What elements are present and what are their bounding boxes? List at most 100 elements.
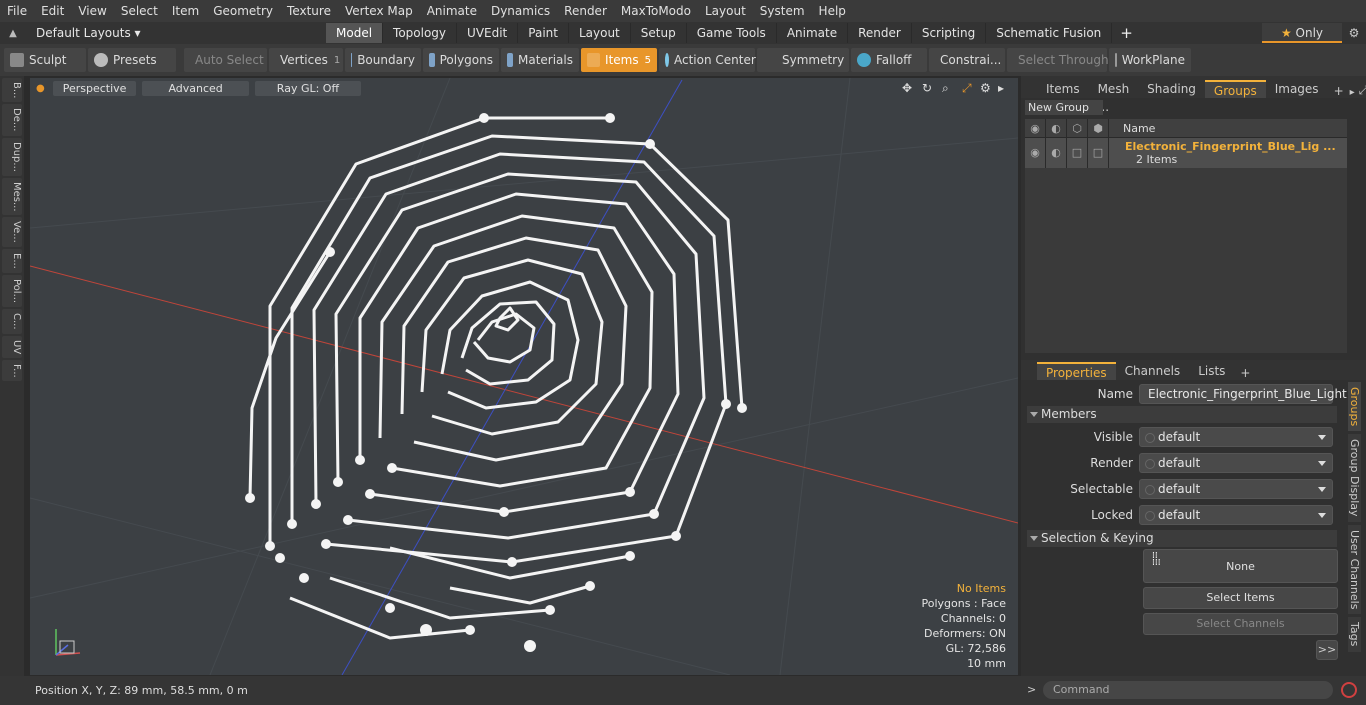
lock-icon[interactable]: ⬡ [1067,118,1088,138]
select-items-button[interactable]: Select Items [1143,587,1338,609]
falloff-button[interactable]: Falloff [851,48,927,72]
vtab-user-channels[interactable]: User Channels [1348,524,1361,615]
group-row[interactable]: ◉ ◐ □ □ Electronic_Fingerprint_Blue_Lig … [1025,138,1347,168]
tab-lists[interactable]: Lists [1189,362,1234,380]
move-view-icon[interactable]: ✥ [902,81,922,95]
menu-file[interactable]: File [0,4,34,18]
select-icon[interactable]: ⬢ [1088,118,1109,138]
tab-layout[interactable]: Layout [569,23,631,43]
tab-shading[interactable]: Shading [1138,80,1205,98]
menu-select[interactable]: Select [114,4,165,18]
layouts-up-icon[interactable]: ▲ [0,28,26,39]
sculpt-button[interactable]: Sculpt [4,48,86,72]
fingerprint-model[interactable] [248,116,744,640]
left-tab-curve[interactable]: C... [2,308,22,334]
locked-dropdown[interactable]: default [1139,505,1333,525]
name-column-header[interactable]: Name [1109,122,1155,135]
tab-setup[interactable]: Setup [631,23,687,43]
menu-maxtomodo[interactable]: MaxToModo [614,4,698,18]
items-button[interactable]: Items 5 [581,48,657,72]
left-tab-mesh[interactable]: Mes... [2,177,22,216]
selectable-dropdown[interactable]: default [1139,479,1333,499]
auto-select-button[interactable]: Auto Select [184,48,267,72]
tab-render[interactable]: Render [848,23,912,43]
left-tab-basic[interactable]: B... [2,78,22,103]
perspective-dropdown[interactable]: Perspective [52,80,137,96]
render-dropdown[interactable]: default [1139,453,1333,473]
tab-topology[interactable]: Topology [383,23,458,43]
vtab-group-display[interactable]: Group Display [1348,434,1361,522]
boundary-button[interactable]: Boundary [345,48,421,72]
symmetry-button[interactable]: Symmetry [757,48,849,72]
tab-properties[interactable]: Properties [1037,362,1116,380]
menu-texture[interactable]: Texture [280,4,338,18]
workplane-button[interactable]: WorkPlane [1109,48,1191,72]
add-panel-tab-icon[interactable]: + [1328,84,1350,98]
none-button[interactable]: ⁞⁞ ⁞⁞⁞ None [1143,549,1338,583]
menu-layout[interactable]: Layout [698,4,753,18]
maximize-view-icon[interactable]: ⤢ [962,81,980,96]
select-channels-button[interactable]: Select Channels [1143,613,1338,635]
presets-button[interactable]: Presets [88,48,176,72]
menu-geometry[interactable]: Geometry [206,4,280,18]
gear-icon[interactable]: ⚙ [1342,26,1366,40]
row-lock-icon[interactable]: □ [1067,138,1088,168]
tab-groups[interactable]: Groups [1204,80,1266,98]
rotate-view-icon[interactable]: ↻ [922,81,942,95]
left-tab-fusion[interactable]: F... [2,359,22,382]
menu-view[interactable]: View [71,4,113,18]
left-tab-vertex[interactable]: Ve... [2,217,22,248]
left-tab-polygon[interactable]: Pol... [2,274,22,307]
vtab-groups[interactable]: Groups [1348,382,1361,432]
add-properties-tab-icon[interactable]: + [1234,366,1256,380]
tab-uvedit[interactable]: UVEdit [457,23,519,43]
panel-expand-icon[interactable]: ⤢ [1355,83,1366,98]
tab-paint[interactable]: Paint [518,23,569,43]
command-expand-icon[interactable]: > [1027,683,1036,696]
vertices-button[interactable]: Vertices 1 [269,48,343,72]
menu-help[interactable]: Help [812,4,853,18]
selection-keying-section[interactable]: Selection & Keying [1027,530,1337,547]
zoom-view-icon[interactable]: ⌕ [942,81,962,96]
vtab-tags[interactable]: Tags [1348,617,1361,652]
record-icon[interactable] [1341,682,1357,698]
add-tab-icon[interactable]: + [1112,24,1141,42]
left-tab-edge[interactable]: E... [2,249,22,273]
tab-animate[interactable]: Animate [777,23,849,43]
only-toggle[interactable]: ★ Only [1262,23,1342,43]
3d-viewport[interactable]: ● Perspective Advanced Ray GL: Off ✥ ↻ ⌕… [30,78,1018,675]
menu-dynamics[interactable]: Dynamics [484,4,557,18]
action-center-button[interactable]: Action Center [659,48,756,72]
menu-edit[interactable]: Edit [34,4,71,18]
constraints-button[interactable]: Constrai... [929,48,1005,72]
menu-item[interactable]: Item [165,4,206,18]
row-select-icon[interactable]: □ [1088,138,1109,168]
row-render-icon[interactable]: ◐ [1046,138,1067,168]
name-field[interactable]: Electronic_Fingerprint_Blue_Light (3) [1139,384,1347,419]
tab-schematic-fusion[interactable]: Schematic Fusion [986,23,1113,43]
polygons-button[interactable]: Polygons [423,48,499,72]
menu-animate[interactable]: Animate [420,4,484,18]
row-visibility-icon[interactable]: ◉ [1025,138,1046,168]
select-through-button[interactable]: Select Through [1007,48,1109,72]
tab-channels[interactable]: Channels [1116,362,1190,380]
command-input[interactable]: Command [1043,681,1333,699]
tab-model[interactable]: Model [326,23,384,43]
viewport-menu-dot[interactable]: ● [36,83,45,94]
tab-items[interactable]: Items [1037,80,1089,98]
left-tab-duplicate[interactable]: Dup... [2,137,22,176]
menu-system[interactable]: System [753,4,812,18]
members-section[interactable]: Members [1027,406,1337,423]
menu-render[interactable]: Render [557,4,614,18]
render-icon[interactable]: ◐ [1046,118,1067,138]
view-more-icon[interactable]: ▸ [998,81,1018,95]
tab-game-tools[interactable]: Game Tools [687,23,777,43]
materials-button[interactable]: Materials [501,48,579,72]
left-tab-deform[interactable]: De... [2,104,22,136]
tab-images[interactable]: Images [1266,80,1328,98]
layout-selector[interactable]: Default Layouts ▾ [26,26,326,40]
more-button[interactable]: >> [1316,640,1338,660]
tab-scripting[interactable]: Scripting [912,23,987,43]
tab-mesh[interactable]: Mesh ... [1089,80,1139,114]
eye-icon[interactable]: ◉ [1025,118,1046,138]
